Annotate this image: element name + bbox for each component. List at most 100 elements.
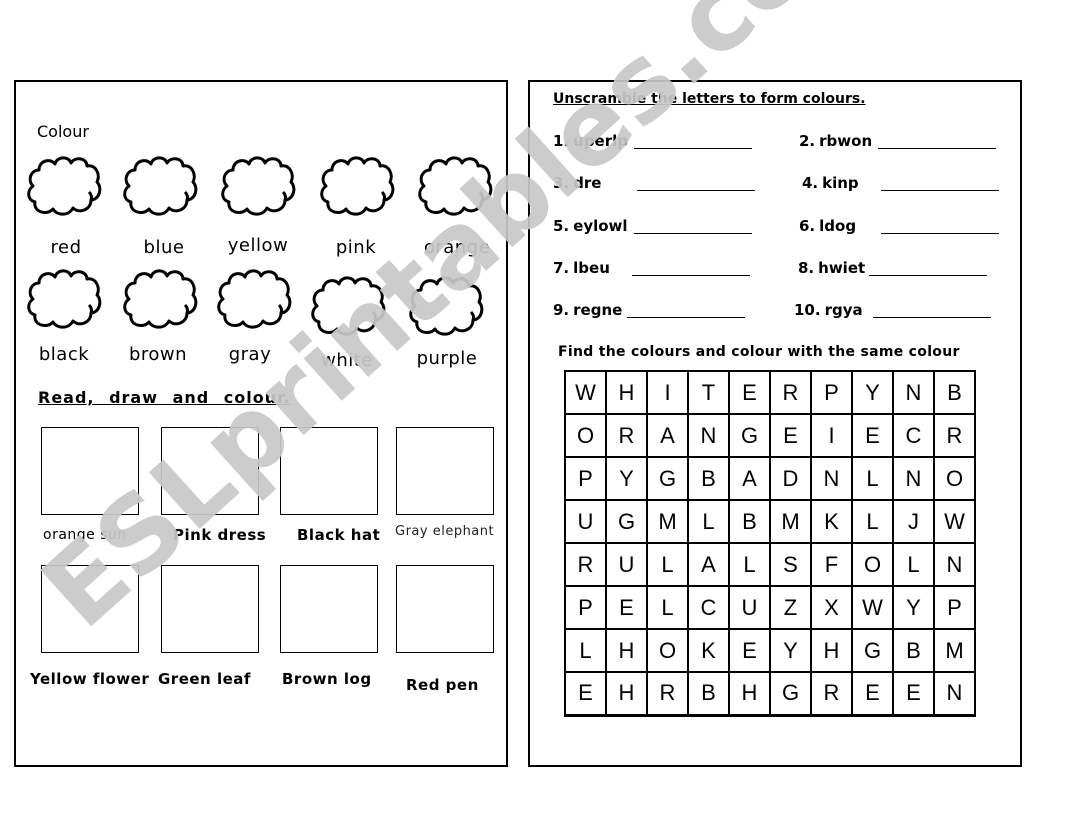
answer-blank[interactable] xyxy=(881,233,999,234)
grid-cell[interactable]: Y xyxy=(851,370,894,415)
grid-cell[interactable]: N xyxy=(892,370,935,415)
grid-cell[interactable]: Y xyxy=(605,456,648,501)
grid-cell[interactable]: G xyxy=(605,499,648,544)
grid-cell[interactable]: D xyxy=(769,456,812,501)
grid-cell[interactable]: P xyxy=(564,585,607,630)
grid-cell[interactable]: L xyxy=(851,456,894,501)
grid-cell[interactable]: M xyxy=(769,499,812,544)
grid-cell[interactable]: B xyxy=(687,456,730,501)
answer-blank[interactable] xyxy=(637,190,755,191)
grid-cell[interactable]: J xyxy=(892,499,935,544)
grid-cell[interactable]: N xyxy=(933,671,976,717)
drawing-box-label: Black hat xyxy=(297,526,381,544)
answer-blank[interactable] xyxy=(878,148,996,149)
grid-cell[interactable]: H xyxy=(728,671,771,717)
grid-cell[interactable]: Z xyxy=(769,585,812,630)
grid-cell[interactable]: O xyxy=(851,542,894,587)
answer-blank[interactable] xyxy=(881,190,999,191)
grid-cell[interactable]: O xyxy=(933,456,976,501)
grid-cell[interactable]: E xyxy=(728,370,771,415)
grid-cell[interactable]: H xyxy=(810,628,853,673)
answer-blank[interactable] xyxy=(627,317,745,318)
grid-cell[interactable]: L xyxy=(646,542,689,587)
grid-cell[interactable]: E xyxy=(892,671,935,717)
grid-cell[interactable]: P xyxy=(810,370,853,415)
grid-cell[interactable]: B xyxy=(892,628,935,673)
grid-cell[interactable]: N xyxy=(687,413,730,458)
grid-cell[interactable]: M xyxy=(646,499,689,544)
grid-cell[interactable]: E xyxy=(851,413,894,458)
grid-cell[interactable]: Y xyxy=(892,585,935,630)
grid-row: UGMLBMKLJW xyxy=(564,499,976,544)
grid-cell[interactable]: U xyxy=(605,542,648,587)
grid-cell[interactable]: C xyxy=(687,585,730,630)
grid-cell[interactable]: I xyxy=(646,370,689,415)
grid-cell[interactable]: L xyxy=(851,499,894,544)
grid-cell[interactable]: W xyxy=(564,370,607,415)
answer-blank[interactable] xyxy=(632,275,750,276)
grid-cell[interactable]: E xyxy=(728,628,771,673)
cloud-icon xyxy=(25,265,103,333)
grid-cell[interactable]: E xyxy=(605,585,648,630)
drawing-box xyxy=(396,565,494,653)
grid-cell[interactable]: G xyxy=(728,413,771,458)
answer-blank[interactable] xyxy=(873,317,991,318)
scrambled-word: eylowl xyxy=(573,217,628,235)
grid-cell[interactable]: Y xyxy=(769,628,812,673)
grid-cell[interactable]: L xyxy=(728,542,771,587)
answer-blank[interactable] xyxy=(634,148,752,149)
grid-cell[interactable]: P xyxy=(933,585,976,630)
grid-cell[interactable]: R xyxy=(564,542,607,587)
grid-cell[interactable]: R xyxy=(810,671,853,717)
answer-blank[interactable] xyxy=(869,275,987,276)
grid-cell[interactable]: B xyxy=(728,499,771,544)
grid-cell[interactable]: C xyxy=(892,413,935,458)
grid-cell[interactable]: N xyxy=(810,456,853,501)
grid-cell[interactable]: E xyxy=(851,671,894,717)
grid-cell[interactable]: E xyxy=(769,413,812,458)
grid-cell[interactable]: A xyxy=(646,413,689,458)
grid-row: EHRBHGREEN xyxy=(564,671,976,717)
grid-cell[interactable]: N xyxy=(933,542,976,587)
drawing-box-label: Gray elephant xyxy=(395,524,495,539)
grid-cell[interactable]: U xyxy=(564,499,607,544)
unscramble-question: 9. regne xyxy=(553,301,622,319)
grid-cell[interactable]: U xyxy=(728,585,771,630)
grid-cell[interactable]: L xyxy=(646,585,689,630)
grid-cell[interactable]: R xyxy=(646,671,689,717)
grid-cell[interactable]: K xyxy=(810,499,853,544)
grid-cell[interactable]: O xyxy=(564,413,607,458)
grid-cell[interactable]: A xyxy=(728,456,771,501)
grid-cell[interactable]: R xyxy=(769,370,812,415)
grid-cell[interactable]: L xyxy=(892,542,935,587)
grid-cell[interactable]: P xyxy=(564,456,607,501)
grid-cell[interactable]: X xyxy=(810,585,853,630)
grid-cell[interactable]: I xyxy=(810,413,853,458)
grid-cell[interactable]: W xyxy=(851,585,894,630)
grid-cell[interactable]: H xyxy=(605,370,648,415)
grid-cell[interactable]: R xyxy=(605,413,648,458)
grid-cell[interactable]: G xyxy=(769,671,812,717)
grid-cell[interactable]: G xyxy=(851,628,894,673)
grid-cell[interactable]: A xyxy=(687,542,730,587)
grid-cell[interactable]: T xyxy=(687,370,730,415)
grid-cell[interactable]: H xyxy=(605,671,648,717)
grid-cell[interactable]: K xyxy=(687,628,730,673)
drawing-box xyxy=(161,427,259,515)
grid-cell[interactable]: O xyxy=(646,628,689,673)
cloud-icon xyxy=(121,265,199,333)
grid-cell[interactable]: R xyxy=(933,413,976,458)
grid-cell[interactable]: L xyxy=(564,628,607,673)
grid-cell[interactable]: F xyxy=(810,542,853,587)
grid-cell[interactable]: B xyxy=(933,370,976,415)
grid-cell[interactable]: W xyxy=(933,499,976,544)
grid-cell[interactable]: H xyxy=(605,628,648,673)
grid-cell[interactable]: S xyxy=(769,542,812,587)
grid-cell[interactable]: L xyxy=(687,499,730,544)
grid-cell[interactable]: M xyxy=(933,628,976,673)
grid-cell[interactable]: G xyxy=(646,456,689,501)
grid-cell[interactable]: N xyxy=(892,456,935,501)
answer-blank[interactable] xyxy=(634,233,752,234)
grid-cell[interactable]: B xyxy=(687,671,730,717)
grid-cell[interactable]: E xyxy=(564,671,607,717)
